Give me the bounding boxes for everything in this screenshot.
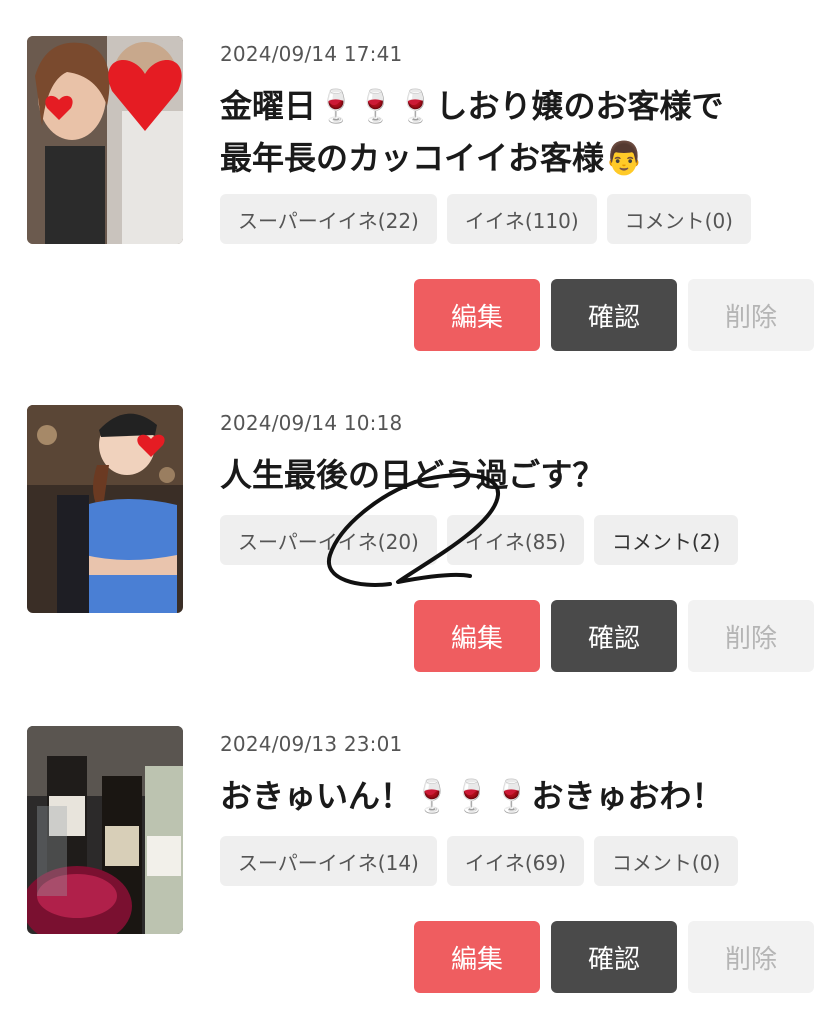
like-chip[interactable]: イイネ(110) bbox=[446, 194, 597, 244]
post-title[interactable]: 人生最後の日どう過ごす？ bbox=[220, 449, 820, 501]
post-actions: 編集 確認 削除 bbox=[414, 600, 814, 672]
post-title-line: 金曜日🍷🍷🍷しおり嬢のお客様で bbox=[220, 87, 724, 125]
confirm-button[interactable]: 確認 bbox=[551, 600, 677, 672]
comment-chip[interactable]: コメント(2) bbox=[593, 515, 739, 565]
comment-chip[interactable]: コメント(0) bbox=[593, 836, 739, 886]
post-title-line: おきゅいん！🍷🍷🍷おきゅおわ！ bbox=[220, 777, 724, 815]
post-item: 2024/09/14 17:41 金曜日🍷🍷🍷しおり嬢のお客様で 最年長のカッコ… bbox=[0, 36, 840, 356]
delete-button[interactable]: 削除 bbox=[688, 600, 814, 672]
like-chip[interactable]: イイネ(69) bbox=[446, 836, 584, 886]
photo-wine-icon bbox=[27, 726, 183, 934]
confirm-button[interactable]: 確認 bbox=[551, 921, 677, 993]
edit-button[interactable]: 編集 bbox=[414, 921, 540, 993]
like-chip[interactable]: イイネ(85) bbox=[446, 515, 584, 565]
post-date: 2024/09/14 17:41 bbox=[220, 42, 403, 66]
super-like-chip[interactable]: スーパーイイネ(14) bbox=[220, 836, 437, 886]
post-title-line: 人生最後の日どう過ごす？ bbox=[220, 456, 605, 494]
delete-button[interactable]: 削除 bbox=[688, 921, 814, 993]
edit-button[interactable]: 編集 bbox=[414, 279, 540, 351]
post-date: 2024/09/13 23:01 bbox=[220, 732, 403, 756]
delete-button[interactable]: 削除 bbox=[688, 279, 814, 351]
post-title[interactable]: 金曜日🍷🍷🍷しおり嬢のお客様で 最年長のカッコイイお客様👨 bbox=[220, 80, 820, 184]
confirm-button[interactable]: 確認 bbox=[551, 279, 677, 351]
reaction-chips: スーパーイイネ(14) イイネ(69) コメント(0) bbox=[220, 836, 739, 886]
post-actions: 編集 確認 削除 bbox=[414, 921, 814, 993]
super-like-chip[interactable]: スーパーイイネ(22) bbox=[220, 194, 437, 244]
post-thumbnail[interactable] bbox=[27, 726, 183, 934]
comment-chip[interactable]: コメント(0) bbox=[606, 194, 751, 244]
post-date: 2024/09/14 10:18 bbox=[220, 411, 403, 435]
edit-button[interactable]: 編集 bbox=[414, 600, 540, 672]
photo-couple-icon bbox=[27, 36, 183, 244]
post-title-line: 最年長のカッコイイお客様👨 bbox=[220, 139, 644, 177]
reaction-chips: スーパーイイネ(20) イイネ(85) コメント(2) bbox=[220, 515, 739, 565]
reaction-chips: スーパーイイネ(22) イイネ(110) コメント(0) bbox=[220, 194, 751, 244]
photo-woman-icon bbox=[27, 405, 183, 613]
post-actions: 編集 確認 削除 bbox=[414, 279, 814, 351]
super-like-chip[interactable]: スーパーイイネ(20) bbox=[220, 515, 437, 565]
post-title[interactable]: おきゅいん！🍷🍷🍷おきゅおわ！ bbox=[220, 770, 820, 822]
post-thumbnail[interactable] bbox=[27, 405, 183, 613]
post-item: 2024/09/13 23:01 おきゅいん！🍷🍷🍷おきゅおわ！ スーパーイイネ… bbox=[0, 726, 840, 1016]
post-thumbnail[interactable] bbox=[27, 36, 183, 244]
post-item: 2024/09/14 10:18 人生最後の日どう過ごす？ スーパーイイネ(20… bbox=[0, 405, 840, 685]
